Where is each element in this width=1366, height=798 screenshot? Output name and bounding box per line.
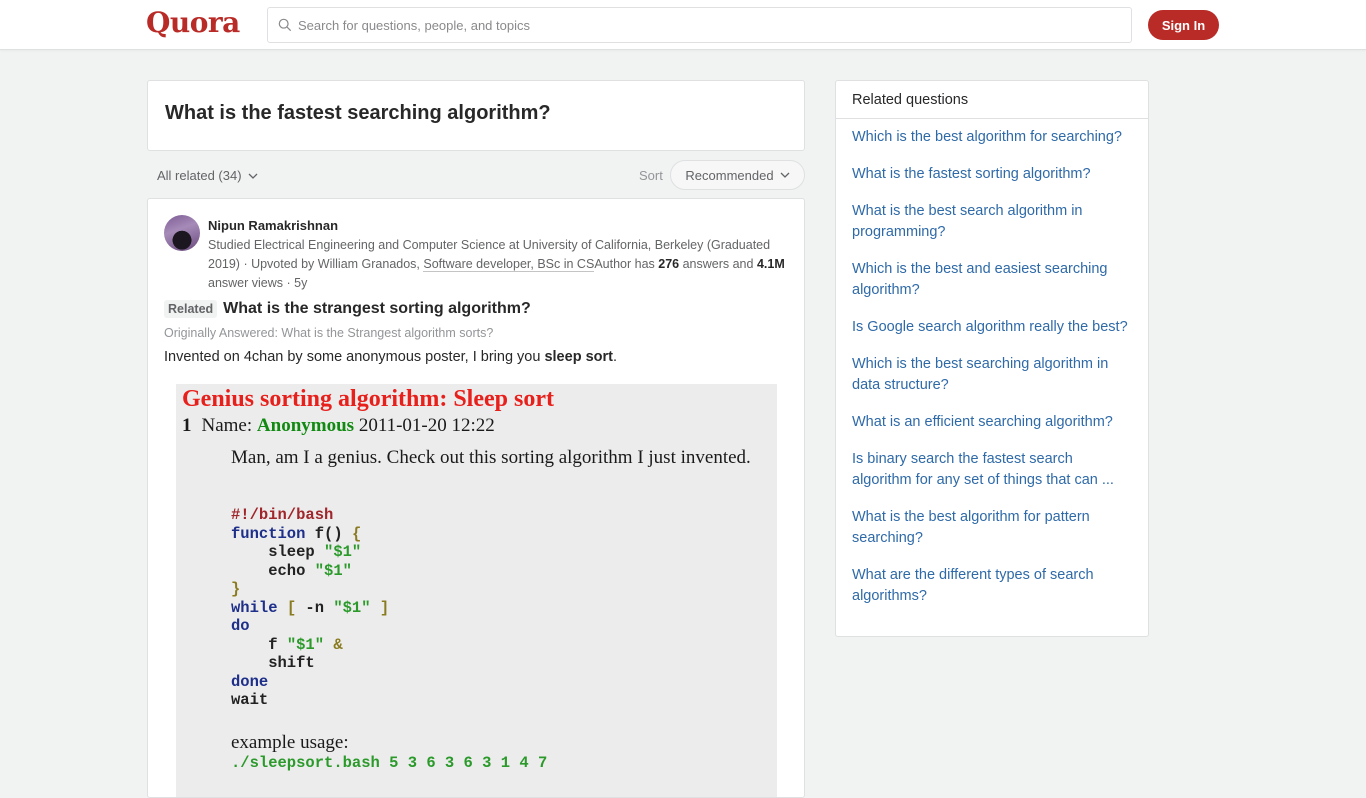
code-text: shift [231,654,315,672]
answer-text-bold: sleep sort [544,349,613,365]
related-question-link[interactable]: Is Google search algorithm really the be… [852,319,1128,335]
code-keyword: done [231,672,269,691]
code-punct: & [324,635,343,654]
usage-command: ./sleepsort.bash 5 3 6 3 6 3 1 4 7 [231,754,548,772]
search-input[interactable] [298,17,1098,33]
related-question-link[interactable]: Is binary search the fastest search algo… [852,451,1114,488]
credential-text: answer views · 5y [208,276,308,290]
related-question-link[interactable]: Which is the best and easiest searching … [852,261,1108,298]
sort-value: Recommended [685,167,774,183]
code-block: #!/bin/bash function f() { sleep "$1" ec… [231,506,389,710]
code-keyword: while [231,598,278,617]
related-question-link[interactable]: What is an efficient searching algorithm… [852,414,1113,430]
related-question-link[interactable]: Which is the best algorithm for searchin… [852,129,1122,145]
code-string: "$1" [286,635,325,654]
related-questions-list: Which is the best algorithm for searchin… [836,119,1148,607]
question-title: What is the fastest searching algorithm? [165,102,551,124]
code-punct: [ [277,598,306,617]
originally-answered: Originally Answered: What is the Strange… [164,326,494,340]
views-count: 4.1M [756,257,785,271]
post-datetime: 2011-01-20 12:22 [354,415,495,436]
answers-count: 276 [658,257,680,271]
code-text: -n [305,598,334,617]
image-post-meta: 1 Name: Anonymous 2011-01-20 12:22 [182,415,495,437]
image-post-text: Man, am I a genius. Check out this sorti… [231,447,751,468]
search-icon [278,18,292,32]
code-shebang: #!/bin/bash [231,506,334,524]
top-navigation-bar: Quora Sign In [0,0,1366,50]
answer-text: . [612,349,617,365]
related-question-item: What is the best algorithm for pattern s… [852,507,1132,549]
author-name[interactable]: Nipun Ramakrishnan [208,218,338,233]
image-title: Genius sorting algorithm: Sleep sort [182,386,554,412]
credential-text: Author has [594,257,659,271]
code-keyword: function [231,524,306,543]
code-string: "$1" [314,561,352,580]
related-question-link[interactable]: Which is the best searching algorithm in… [852,356,1108,393]
code-string: "$1" [324,543,362,561]
code-keyword: do [231,617,250,635]
related-question-item: What is the fastest sorting algorithm? [852,164,1132,185]
author-avatar[interactable] [164,215,200,251]
answer-card: Nipun Ramakrishnan Studied Electrical En… [147,198,805,798]
chevron-down-icon [248,173,258,179]
answer-filter-bar: All related (34) Sort Recommended [147,160,805,190]
related-question-link[interactable]: What is the strangest sorting algorithm? [223,300,531,318]
related-question-item: What is an efficient searching algorithm… [852,412,1132,433]
related-question-item: What are the different types of search a… [852,565,1132,607]
code-punct: { [351,524,362,543]
poster-name: Anonymous [256,415,355,436]
code-punct: ] [370,598,390,617]
credential-text: answers and [679,257,757,271]
related-question-item: Is Google search algorithm really the be… [852,317,1132,338]
related-question-link[interactable]: What is the best search algorithm in pro… [852,203,1083,240]
chevron-down-icon [780,172,790,178]
code-text: f [231,635,287,654]
upvoter-credential-link[interactable]: Software developer, BSc in CS [423,257,595,272]
related-question-item: Which is the best algorithm for searchin… [852,127,1132,148]
related-questions-title: Related questions [836,81,1148,119]
code-text: sleep [231,543,325,561]
name-label: Name: [201,415,257,436]
sort-label: Sort [639,168,663,183]
answer-body: Invented on 4chan by some anonymous post… [164,349,617,365]
code-text: echo [231,561,315,580]
question-card: What is the fastest searching algorithm? [147,80,805,151]
related-question-row: Related What is the strangest sorting al… [164,300,531,318]
usage-label: example usage: [231,732,349,753]
related-question-item: What is the best search algorithm in pro… [852,201,1132,243]
related-badge: Related [164,300,218,318]
related-question-item: Which is the best searching algorithm in… [852,354,1132,396]
code-punct: } [231,580,241,598]
quora-logo[interactable]: Quora [146,6,240,39]
related-question-link[interactable]: What are the different types of search a… [852,567,1094,604]
answer-image[interactable]: Genius sorting algorithm: Sleep sort 1 Na… [176,384,777,797]
all-related-dropdown[interactable]: All related (34) [157,168,258,183]
related-question-link[interactable]: What is the fastest sorting algorithm? [852,166,1091,182]
code-text: f() [305,524,352,543]
sort-dropdown[interactable]: Recommended [670,160,805,190]
answer-text: Invented on 4chan by some anonymous post… [164,349,545,365]
related-questions-panel: Related questions Which is the best algo… [835,80,1149,637]
author-credentials: Studied Electrical Engineering and Compu… [208,236,793,293]
sign-in-button[interactable]: Sign In [1148,10,1219,40]
code-string: "$1" [333,598,371,617]
post-number: 1 [182,415,192,436]
related-question-item: Which is the best and easiest searching … [852,259,1132,301]
related-question-item: Is binary search the fastest search algo… [852,449,1132,491]
all-related-label: All related (34) [157,168,242,183]
code-text: wait [231,691,269,709]
related-question-link[interactable]: What is the best algorithm for pattern s… [852,509,1090,546]
search-bar[interactable] [267,7,1132,43]
